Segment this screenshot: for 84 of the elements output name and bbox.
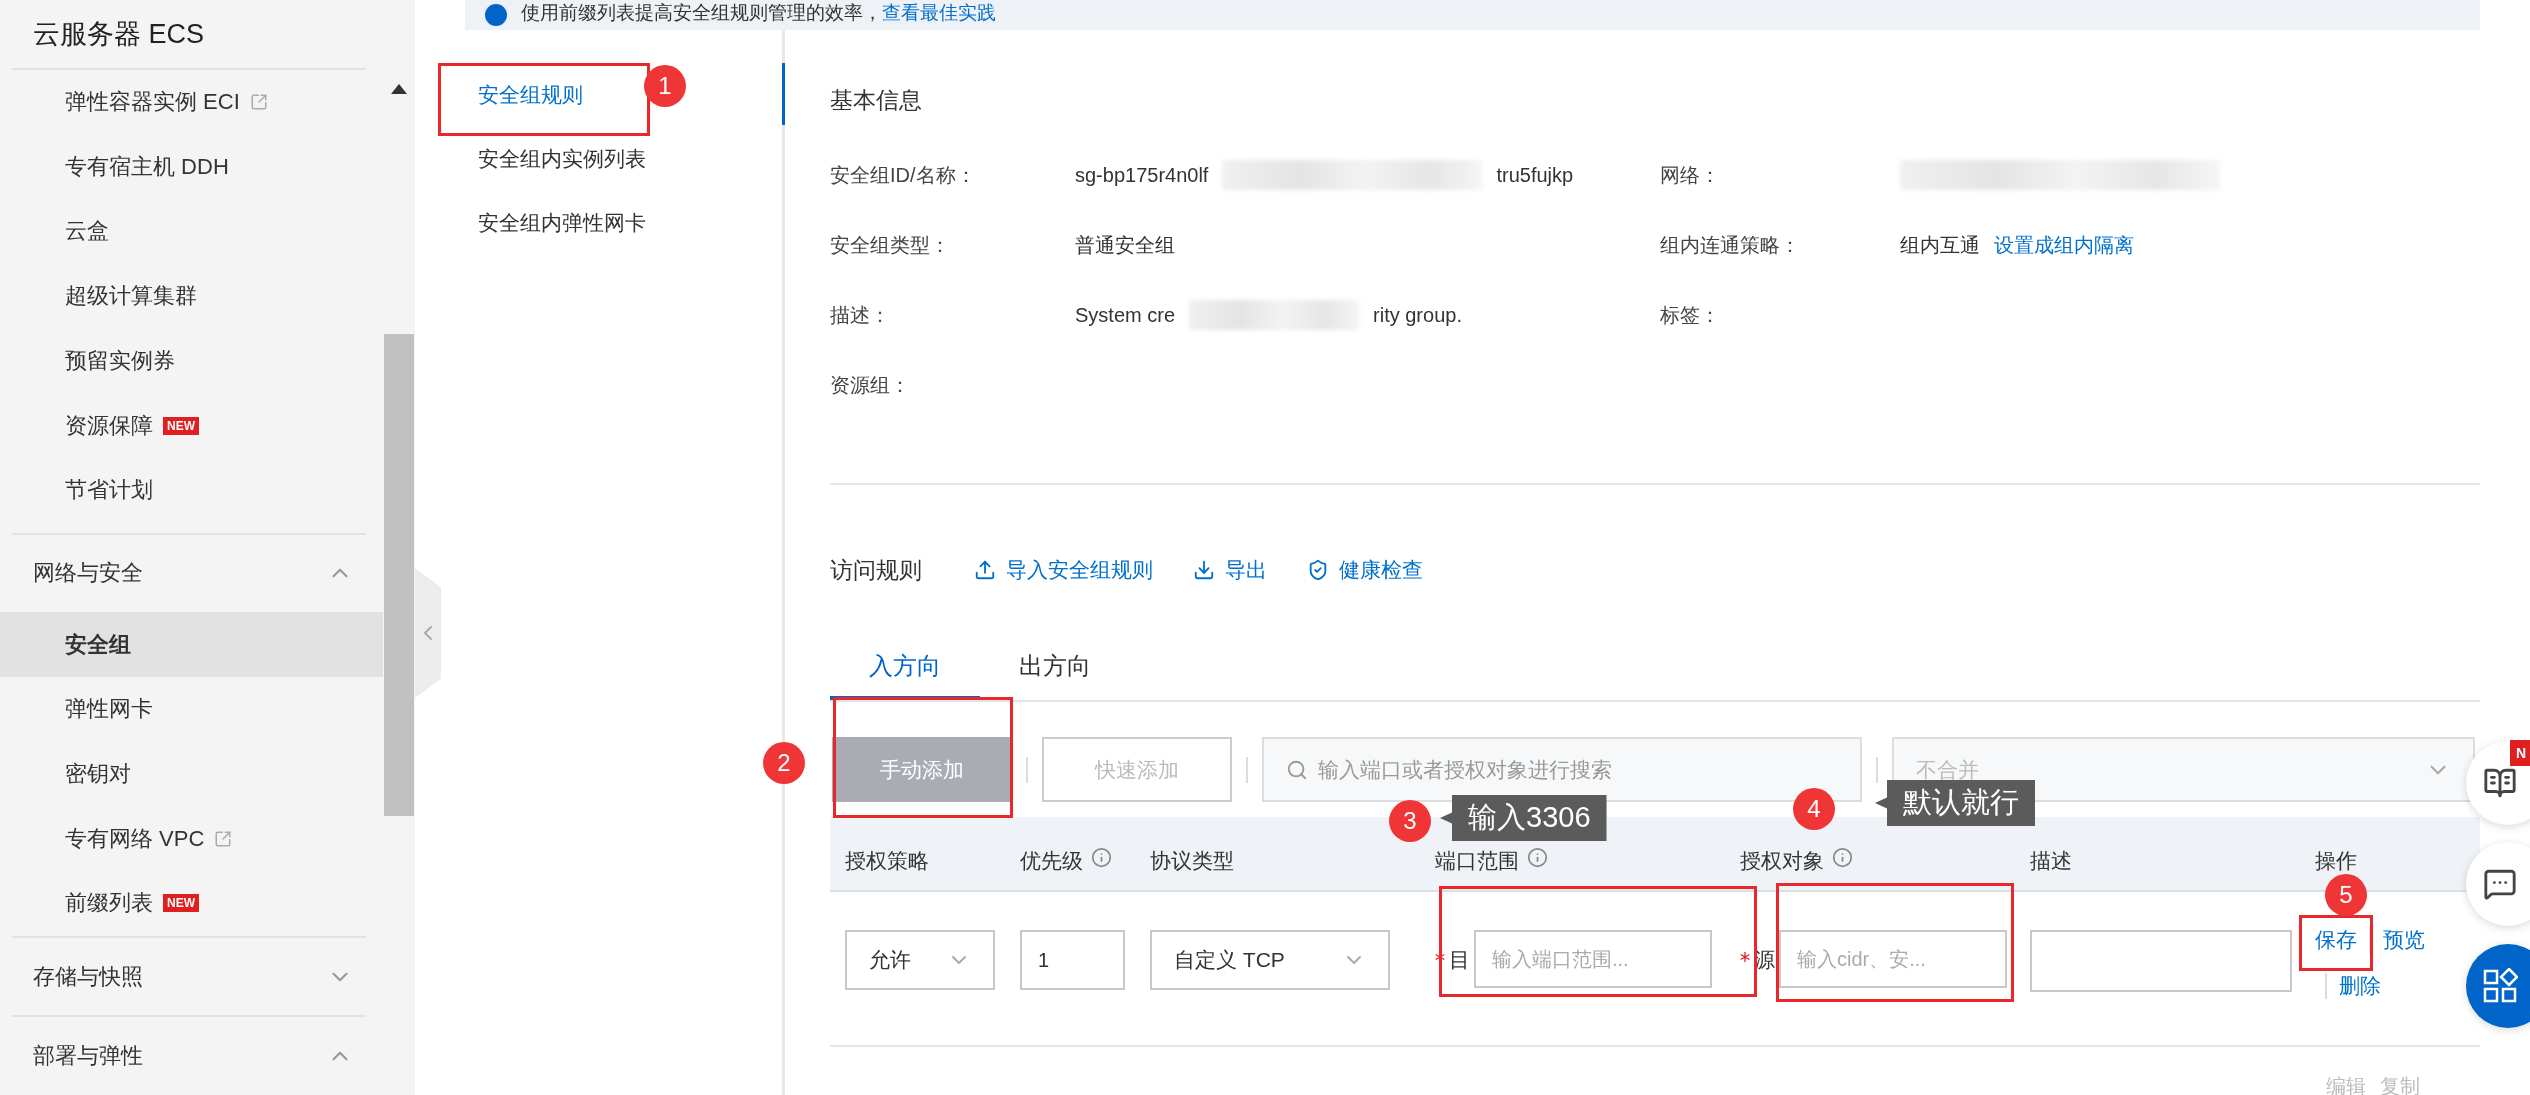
isolation-link[interactable]: 设置成组内隔离 xyxy=(1994,231,2134,259)
column-header: 授权策略 xyxy=(845,848,929,874)
field-label: 网络： xyxy=(1660,162,1721,188)
step-number: 1 xyxy=(644,65,686,107)
sidebar-item[interactable]: 前缀列表 NEW xyxy=(0,871,383,936)
best-practice-link[interactable]: 查看最佳实践 xyxy=(882,2,996,23)
field-label: 安全组ID/名称： xyxy=(830,162,977,188)
field-label: 安全组类型： xyxy=(830,232,951,258)
external-link-icon xyxy=(249,93,268,112)
search-icon xyxy=(1286,758,1308,781)
sidebar-item[interactable]: 超级计算集群 xyxy=(0,263,383,329)
field-prefix: 目 xyxy=(1449,947,1470,973)
sidebar-item[interactable]: 弹性容器实例 ECI xyxy=(0,69,383,135)
active-indicator xyxy=(782,63,785,125)
shield-icon xyxy=(1307,559,1329,581)
priority-field[interactable]: 1 xyxy=(1020,930,1125,990)
column-header: 操作 xyxy=(2315,848,2357,874)
toolbar-link[interactable]: 导入安全组规则 xyxy=(974,556,1153,584)
toolbar-link[interactable]: 健康检查 xyxy=(1307,556,1423,584)
sidebar-group[interactable]: 网络与安全 xyxy=(0,534,383,613)
required-mark-icon xyxy=(1435,952,1445,962)
sidebar-item[interactable]: 预留实例券 xyxy=(0,328,383,394)
upload-icon xyxy=(974,559,996,581)
step-number: 5 xyxy=(2325,874,2367,916)
new-badge: NEW xyxy=(163,416,199,435)
field-label: 资源组： xyxy=(830,372,911,398)
scrollbar-thumb[interactable] xyxy=(384,334,414,816)
sidebar-title: 云服务器 ECS xyxy=(32,17,206,51)
new-badge: NEW xyxy=(163,894,199,913)
field-label: 标签： xyxy=(1660,302,1721,328)
description-field[interactable] xyxy=(2030,930,2292,992)
banner-text: 使用前缀列表提高安全组规则管理的效率，查看最佳实践 xyxy=(521,1,996,25)
column-header: 描述 xyxy=(2030,848,2072,874)
sidebar-item[interactable]: 云盒 xyxy=(0,199,383,264)
protocol-select[interactable]: 自定义 TCP xyxy=(1150,930,1390,990)
sidebar-item[interactable]: 安全组 xyxy=(0,612,383,677)
scroll-up-icon[interactable] xyxy=(391,84,407,94)
apps-icon xyxy=(2482,968,2518,1004)
field-value: sg-bp175r4n0lf xyxy=(1075,163,1209,187)
column-header: 授权对象 xyxy=(1740,847,1853,875)
field-value: System cre xyxy=(1075,303,1176,327)
field-value: tru5fujkp xyxy=(1496,163,1574,187)
info-icon xyxy=(485,4,507,26)
field-value: 普通安全组 xyxy=(1075,232,1175,258)
subnav-item[interactable]: 安全组内实例列表 xyxy=(450,127,674,191)
chat-icon xyxy=(2483,867,2517,901)
source-field[interactable]: 输入cidr、安... xyxy=(1779,930,2007,988)
field-value: 组内互通 xyxy=(1900,232,1980,258)
policy-select[interactable]: 允许 xyxy=(845,930,995,990)
port-range-field[interactable]: 输入端口范围... xyxy=(1474,930,1712,988)
callout-tooltip: 输入3306 xyxy=(1440,795,1607,841)
section-title: 访问规则 xyxy=(830,555,922,585)
preview-link[interactable]: 预览 xyxy=(2383,926,2425,954)
chat-button[interactable] xyxy=(2466,842,2530,926)
required-mark-icon xyxy=(1740,952,1750,962)
notification-badge: N xyxy=(2510,740,2530,766)
sidebar-item[interactable]: 专有网络 VPC xyxy=(0,806,383,872)
sidebar-item[interactable]: 专有宿主机 DDH xyxy=(0,134,383,200)
apps-button[interactable] xyxy=(2466,944,2530,1028)
toolbar-link[interactable]: 导出 xyxy=(1193,556,1267,584)
column-header: 协议类型 xyxy=(1150,848,1234,874)
subnav-item[interactable]: 安全组规则 xyxy=(450,63,611,127)
sidebar-group[interactable]: 存储与快照 xyxy=(0,937,383,1016)
subnav-item[interactable]: 安全组内弹性网卡 xyxy=(450,191,674,255)
external-link-icon xyxy=(214,829,233,848)
field-value: rity group. xyxy=(1373,303,1462,327)
direction-tab[interactable]: 入方向 xyxy=(830,635,980,700)
field-label: 描述： xyxy=(830,302,891,328)
direction-tab[interactable]: 出方向 xyxy=(980,635,1130,700)
column-header: 端口范围 xyxy=(1435,847,1548,875)
book-icon xyxy=(2483,766,2517,800)
field-label: 组内连通策略： xyxy=(1660,232,1801,258)
sidebar-item[interactable]: 资源保障 NEW xyxy=(0,393,383,458)
column-header: 优先级 xyxy=(1020,847,1112,875)
sidebar-item[interactable]: 弹性网卡 xyxy=(0,676,383,742)
delete-link[interactable]: 删除 xyxy=(2339,972,2381,1000)
sidebar-item[interactable]: 节省计划 xyxy=(0,457,383,523)
save-link[interactable]: 保存 xyxy=(2315,926,2357,954)
section-title: 基本信息 xyxy=(830,85,923,115)
download-icon xyxy=(1193,559,1215,581)
step-number: 2 xyxy=(763,742,805,784)
sidebar-item[interactable]: 密钥对 xyxy=(0,741,383,807)
callout-tooltip: 默认就行 xyxy=(1875,780,2035,826)
sidebar-group[interactable]: 部署与弹性 xyxy=(0,1017,383,1095)
